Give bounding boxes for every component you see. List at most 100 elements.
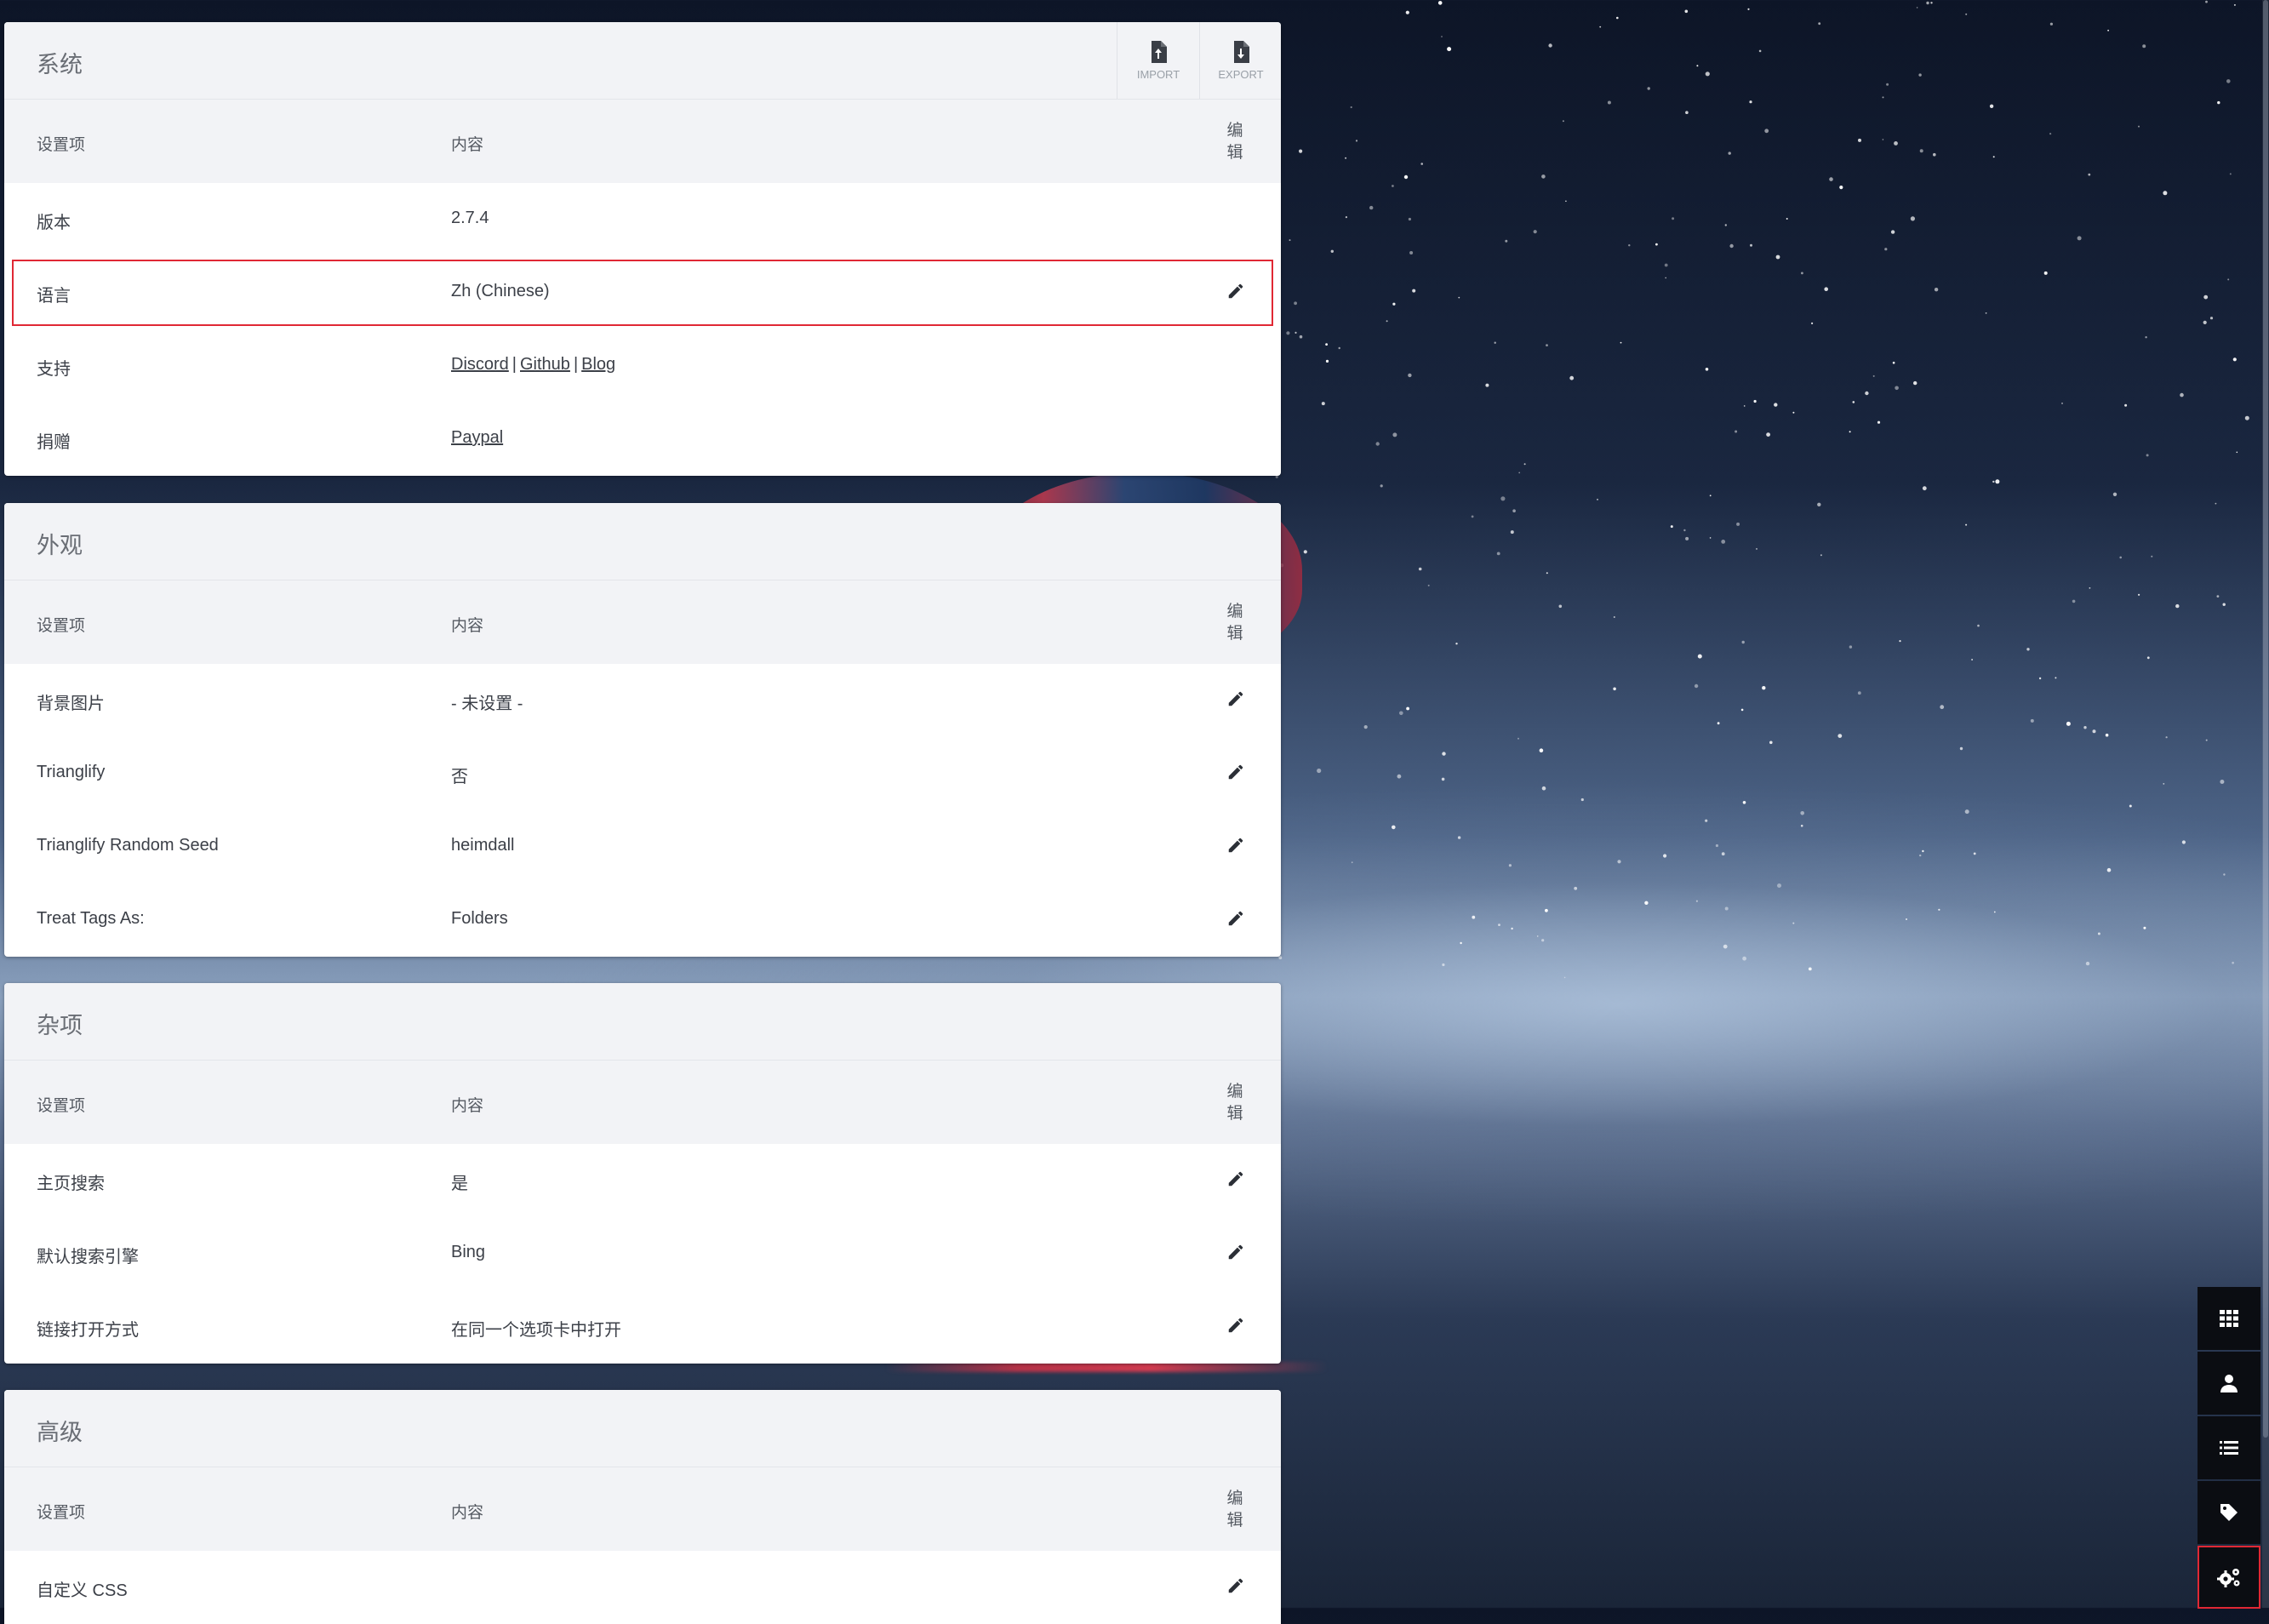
star [2232, 357, 2237, 362]
star [1930, 2, 1933, 4]
star [1539, 748, 1544, 752]
edit-column-header: 编 辑 [1226, 1490, 1243, 1530]
star [1919, 149, 1923, 153]
setting-value: Zh (Chinese) [451, 282, 550, 300]
pencil-icon[interactable] [1226, 836, 1245, 855]
star [1350, 106, 1352, 109]
pencil-icon[interactable] [1226, 1169, 1245, 1188]
star [1774, 403, 1778, 407]
star [1890, 230, 1895, 234]
star [1792, 922, 1795, 924]
edit-column-header: 编 辑 [1226, 1083, 1243, 1123]
star [1437, 1, 1443, 5]
pencil-icon[interactable] [1226, 282, 1245, 300]
star [2107, 29, 2110, 31]
star [1670, 525, 1673, 529]
setting-key: 自定义 CSS [37, 1581, 128, 1600]
content-column-header: 内容 [451, 1097, 484, 1115]
scrollbar-thumb[interactable] [2263, 0, 2268, 1438]
star [2220, 780, 2225, 784]
star [1541, 786, 1546, 791]
setting-row-custom-css: 自定义 CSS [4, 1551, 1281, 1624]
setting-value: 在同一个选项卡中打开 [451, 1321, 621, 1340]
pencil-icon[interactable] [1226, 1316, 1245, 1335]
star [1303, 550, 1307, 554]
setting-key: 语言 [37, 287, 71, 306]
setting-row-support: 支持 Discord | Github | Blog [4, 329, 1281, 403]
star [2163, 191, 2168, 196]
star [1517, 737, 1519, 740]
items-list-button[interactable] [2198, 1416, 2260, 1479]
pencil-icon[interactable] [1226, 1243, 1245, 1261]
star [2181, 840, 2186, 844]
export-label: EXPORT [1218, 67, 1264, 81]
page-scrollbar[interactable] [2262, 0, 2269, 1608]
side-dock [2198, 1287, 2260, 1610]
pencil-icon[interactable] [1226, 909, 1245, 928]
star [2119, 556, 2122, 559]
star [2175, 603, 2180, 609]
star [1910, 216, 1915, 221]
star [1548, 43, 1552, 48]
star [1613, 687, 1616, 691]
star [1663, 854, 1667, 858]
star [1865, 391, 1869, 396]
users-button[interactable] [2198, 1352, 2260, 1415]
star [2092, 729, 2096, 734]
misc-settings-panel: 杂项 设置项 内容 编 辑 主页搜索 是 默认搜索引擎 Bing 链接打开方式 … [4, 983, 1281, 1364]
star [1565, 200, 1567, 203]
star [2112, 492, 2118, 496]
setting-column-header: 设置项 [37, 1504, 86, 1522]
star [1877, 420, 1881, 424]
star [1839, 186, 1843, 190]
star [2203, 320, 2207, 324]
import-button[interactable]: IMPORT [1117, 22, 1199, 99]
pencil-icon[interactable] [1226, 1576, 1245, 1595]
star [2203, 294, 2209, 300]
blog-link[interactable]: Blog [581, 355, 615, 374]
pencil-icon[interactable] [1226, 689, 1245, 708]
star [1597, 499, 1598, 500]
star [1562, 120, 1564, 123]
star [1882, 139, 1884, 140]
star [1500, 496, 1506, 501]
setting-value: - 未设置 - [451, 695, 523, 713]
star [1457, 836, 1461, 839]
star [1918, 73, 1922, 77]
star [1829, 177, 1833, 181]
star [1392, 185, 1394, 187]
star [1886, 83, 1889, 86]
star [1715, 843, 1718, 848]
star [1286, 331, 1290, 335]
setting-key: 捐赠 [37, 433, 71, 452]
star [2083, 726, 2087, 729]
link-separator: | [573, 355, 579, 374]
paypal-link[interactable]: Paypal [451, 428, 503, 447]
setting-row-trianglify-seed: Trianglify Random Seed heimdall [4, 810, 1281, 883]
star [1472, 915, 1476, 919]
star [1408, 217, 1411, 221]
setting-row-trianglify: Trianglify 否 [4, 737, 1281, 810]
column-headers: 设置项 内容 编 辑 [4, 580, 1281, 664]
star [2205, 739, 2208, 741]
panel-header: 杂项 [4, 983, 1281, 1061]
dashboard-button[interactable] [2198, 1287, 2260, 1350]
github-link[interactable]: Github [520, 355, 570, 374]
tags-button[interactable] [2198, 1481, 2260, 1544]
star [1375, 442, 1380, 446]
star [1705, 819, 1708, 822]
support-links: Discord | Github | Blog [451, 355, 615, 375]
star [2217, 100, 2220, 105]
export-button[interactable]: EXPORT [1199, 22, 1281, 99]
star [1964, 809, 1969, 815]
star [1705, 71, 1710, 77]
discord-link[interactable]: Discord [451, 355, 509, 374]
star [1965, 523, 1968, 526]
star [1800, 824, 1803, 827]
star [1742, 956, 1746, 961]
star [1369, 205, 1374, 210]
setting-row-search-engine: 默认搜索引擎 Bing [4, 1217, 1281, 1290]
settings-button[interactable] [2198, 1546, 2260, 1609]
pencil-icon[interactable] [1226, 763, 1245, 781]
panel-title: 杂项 [37, 1013, 83, 1038]
